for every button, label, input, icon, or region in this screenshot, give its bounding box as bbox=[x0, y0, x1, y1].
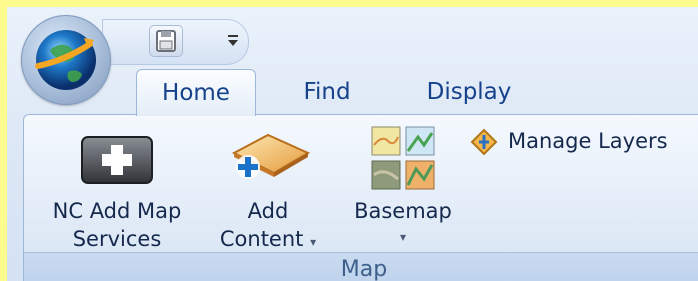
chevron-down-icon: ▾ bbox=[310, 235, 317, 249]
application-button[interactable] bbox=[21, 15, 111, 105]
add-content-label-1: Add bbox=[247, 199, 289, 223]
ribbon-panel: NC Add Map Services Add Content ▾ Basema… bbox=[23, 114, 698, 281]
tab-display-label: Display bbox=[426, 79, 512, 105]
qat-dropdown-icon bbox=[228, 35, 238, 46]
globe-icon bbox=[35, 30, 96, 90]
customize-qat-button[interactable] bbox=[225, 31, 241, 49]
basemap-button[interactable]: Basemap ▾ bbox=[344, 123, 462, 253]
chevron-down-icon: ▾ bbox=[399, 230, 407, 244]
add-map-service-icon bbox=[81, 136, 153, 184]
group-label-map: Map bbox=[24, 252, 698, 281]
add-content-icon bbox=[231, 133, 311, 179]
tab-display[interactable]: Display bbox=[405, 69, 533, 115]
nc-add-map-label-2: Services bbox=[72, 227, 162, 251]
manage-layers-label: Manage Layers bbox=[508, 129, 668, 153]
basemap-gallery-icon bbox=[371, 126, 435, 190]
manage-layers-button[interactable]: Manage Layers bbox=[468, 125, 698, 159]
add-content-button[interactable]: Add Content ▾ bbox=[202, 125, 334, 253]
add-content-label-text: Content bbox=[219, 227, 304, 251]
tab-home[interactable]: Home bbox=[136, 69, 256, 116]
app-window: Home Find Display NC Add Map Services Ad… bbox=[7, 7, 698, 281]
manage-layers-icon bbox=[470, 128, 498, 156]
nc-add-map-services-button[interactable]: NC Add Map Services bbox=[42, 125, 192, 253]
tab-find-label: Find bbox=[303, 79, 351, 105]
save-button[interactable] bbox=[149, 25, 183, 57]
floppy-disk-icon bbox=[156, 30, 176, 52]
tab-home-label: Home bbox=[162, 80, 230, 106]
nc-add-map-label-1: NC Add Map bbox=[52, 199, 182, 223]
tab-find[interactable]: Find bbox=[279, 69, 375, 115]
basemap-label: Basemap bbox=[354, 199, 452, 223]
